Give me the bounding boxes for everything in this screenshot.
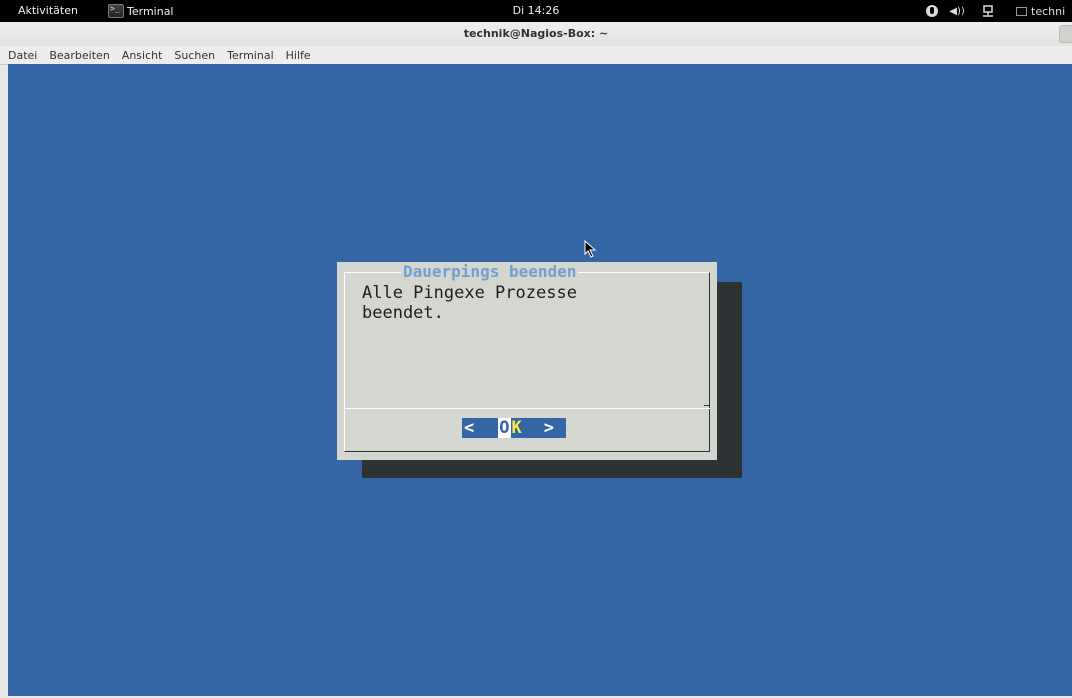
gnome-top-bar: Aktivitäten >_ Terminal Di 14:26 ◀)) tec… — [0, 0, 1072, 22]
clock[interactable]: Di 14:26 — [513, 4, 560, 17]
menu-terminal[interactable]: Terminal — [220, 49, 279, 62]
menu-hilfe[interactable]: Hilfe — [279, 49, 316, 62]
activities-button[interactable]: Aktivitäten — [18, 4, 78, 17]
dialog-title: Dauerpings beenden — [401, 262, 579, 282]
menu-suchen[interactable]: Suchen — [167, 49, 220, 62]
menu-ansicht[interactable]: Ansicht — [115, 49, 168, 62]
scrollbar[interactable] — [1066, 64, 1072, 696]
menubar: Datei Bearbeiten Ansicht Suchen Terminal… — [0, 46, 1072, 65]
separator-tick — [704, 405, 710, 406]
mouse-pointer-icon — [584, 240, 597, 258]
ok-button-hotkey-letter: K — [511, 418, 522, 438]
network-icon[interactable] — [981, 3, 995, 19]
window-titlebar[interactable]: technik@Nagios-Box: ~ — [0, 22, 1072, 46]
dialog-message: Alle Pingexe Prozesse beendet. — [362, 283, 577, 323]
volume-icon[interactable]: ◀)) — [948, 3, 966, 19]
ok-button-right-bracket: > — [543, 418, 554, 438]
window-title: technik@Nagios-Box: ~ — [463, 27, 609, 40]
user-icon — [1016, 6, 1027, 16]
menu-bearbeiten[interactable]: Bearbeiten — [42, 49, 114, 62]
ok-button[interactable]: < O K > — [462, 418, 566, 438]
user-menu[interactable]: techni — [1016, 3, 1072, 19]
window-close-button[interactable] — [1059, 25, 1072, 43]
accessibility-icon[interactable] — [924, 3, 940, 19]
ok-button-left-bracket: < — [464, 418, 475, 438]
app-menu-label: Terminal — [127, 4, 174, 18]
ok-button-cursor-letter: O — [498, 418, 511, 438]
dialog-separator — [344, 408, 710, 409]
msgbox-dialog: Dauerpings beenden Alle Pingexe Prozesse… — [337, 262, 717, 460]
terminal-area[interactable]: Dauerpings beenden Alle Pingexe Prozesse… — [8, 64, 1072, 696]
terminal-window: technik@Nagios-Box: ~ Datei Bearbeiten A… — [0, 22, 1072, 698]
terminal-icon: >_ — [108, 4, 124, 18]
menu-datei[interactable]: Datei — [0, 49, 42, 62]
user-name: techni — [1031, 4, 1066, 18]
app-menu[interactable]: >_ Terminal — [108, 2, 174, 20]
